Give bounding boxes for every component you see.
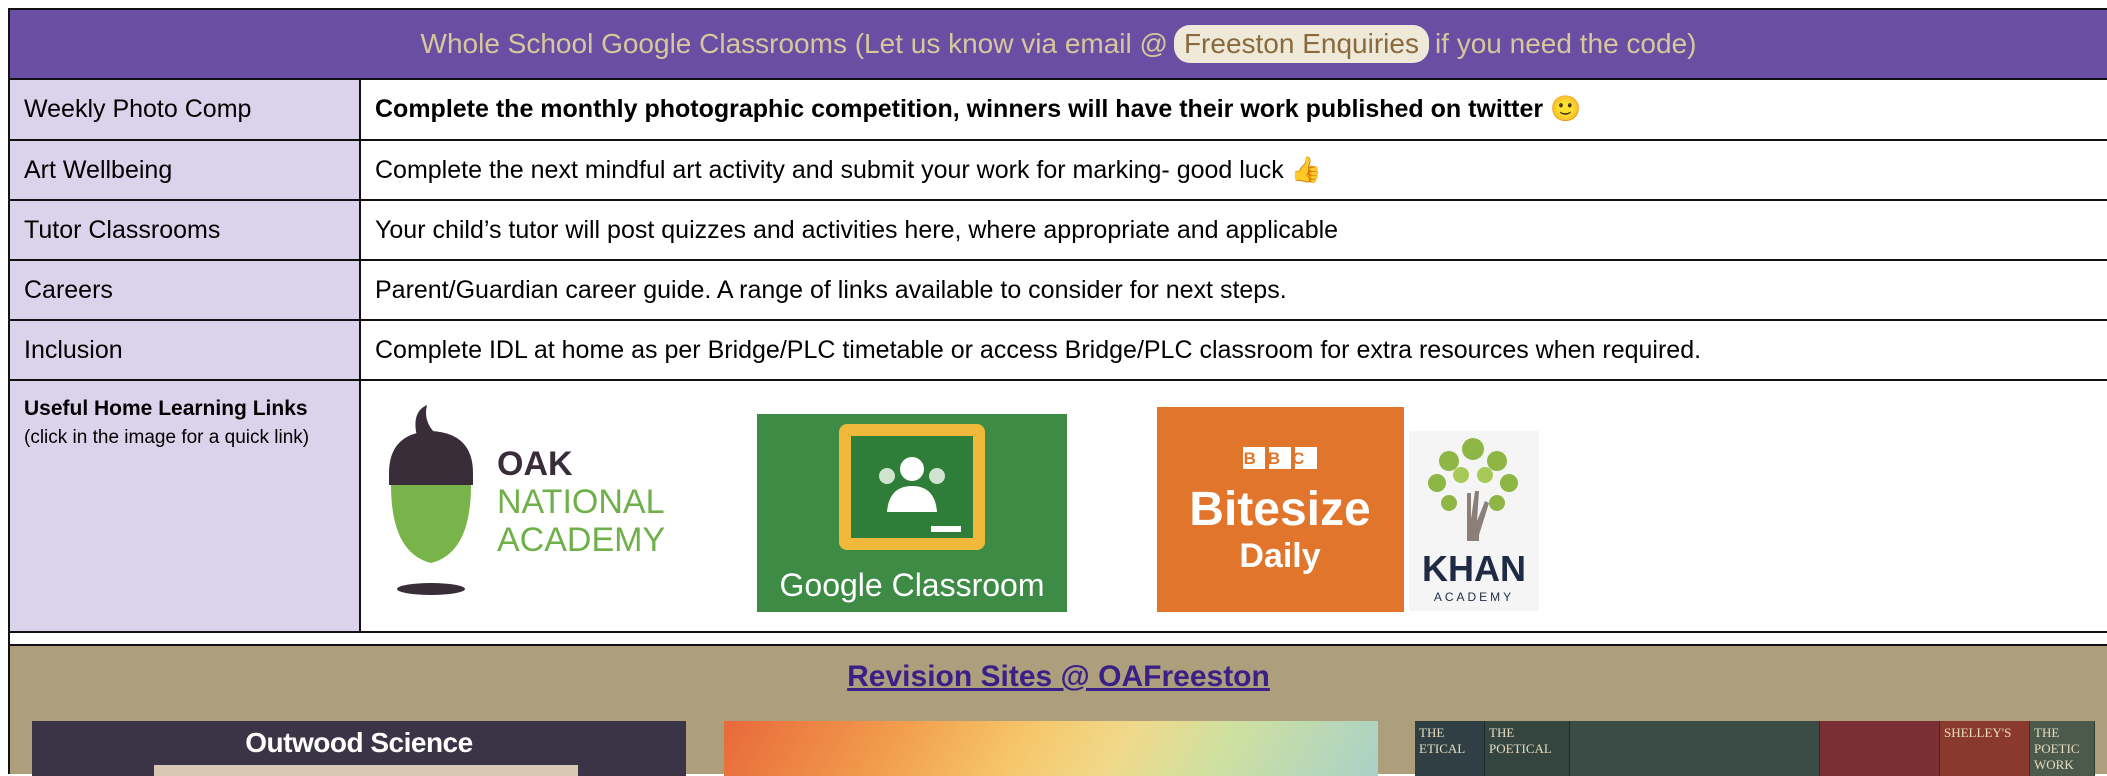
logo-strip: OAK NATIONAL ACADEMY Google Classroom BB… [361, 381, 2107, 631]
oak-national-academy-link[interactable]: OAK NATIONAL ACADEMY [379, 403, 729, 603]
google-classrooms-header: Whole School Google Classrooms (Let us k… [10, 10, 2107, 80]
table-row: Inclusion Complete IDL at home as per Br… [10, 320, 2107, 381]
learning-links-label: Useful Home Learning Links (click in the… [10, 380, 361, 633]
oak-line-2: NATIONAL [497, 483, 665, 521]
bbc-bitesize-icon: BBC Bitesize Daily [1189, 447, 1371, 575]
khan-tree-icon: KHAN ACADEMY [1422, 438, 1526, 604]
row-description[interactable]: Your child’s tutor will post quizzes and… [360, 200, 2107, 261]
google-classroom-text: Google Classroom [780, 567, 1045, 603]
outwood-science-caption: Outwood Science [245, 727, 473, 758]
header-text-after: if you need the code) [1434, 28, 1697, 59]
poetry-books-thumbnail[interactable]: THE ETICAL THE POETICAL SHELLEY'S THE PO… [1415, 721, 2095, 776]
row-label: Inclusion [10, 320, 361, 381]
row-description[interactable]: Parent/Guardian career guide. A range of… [360, 260, 2107, 321]
classrooms-table: Weekly Photo Comp Complete the monthly p… [10, 80, 2107, 633]
oak-line-1: OAK [497, 445, 573, 483]
book-spine [1820, 721, 1940, 776]
oak-line-3: ACADEMY [497, 521, 665, 559]
khan-academy-link[interactable]: KHAN ACADEMY [1409, 431, 1539, 611]
row-description[interactable]: Complete IDL at home as per Bridge/PLC t… [360, 320, 2107, 381]
bbc-bitesize-link[interactable]: BBC Bitesize Daily [1157, 407, 1404, 612]
bitesize-subtitle: Daily [1239, 537, 1320, 575]
table-row: Weekly Photo Comp Complete the monthly p… [10, 80, 2107, 141]
row-label: Careers [10, 260, 361, 321]
colorful-polygon-thumbnail[interactable] [724, 721, 1378, 776]
row-description[interactable]: Complete the monthly photographic compet… [360, 80, 2107, 141]
table-row: Careers Parent/Guardian career guide. A … [10, 260, 2107, 321]
row-label: Weekly Photo Comp [10, 80, 361, 141]
book-spine: THE POETICAL [1485, 721, 1570, 776]
bbc-brand: BBC [1244, 449, 1317, 468]
learning-links-row: Useful Home Learning Links (click in the… [10, 380, 2107, 633]
outwood-science-thumbnail[interactable]: Outwood Science [32, 721, 686, 776]
khan-line-2: ACADEMY [1434, 590, 1514, 604]
header-text-before: Whole School Google Classrooms (Let us k… [420, 28, 1168, 59]
google-classroom-link[interactable]: Google Classroom [757, 414, 1067, 612]
revision-sites-section: Revision Sites @ OAFreeston Outwood Scie… [10, 644, 2107, 776]
learning-links-subtitle: (click in the image for a quick link) [24, 427, 310, 448]
bitesize-title: Bitesize [1189, 483, 1370, 536]
revision-sites-link[interactable]: Revision Sites @ OAFreeston [10, 660, 2107, 694]
book-spine: SHELLEY'S [1940, 721, 2030, 776]
google-classroom-icon: Google Classroom [780, 424, 1045, 603]
table-row: Art Wellbeing Complete the next mindful … [10, 140, 2107, 201]
outwood-science-photo [154, 765, 578, 776]
row-label: Tutor Classrooms [10, 200, 361, 261]
learning-links-title: Useful Home Learning Links [24, 397, 308, 420]
khan-line-1: KHAN [1422, 548, 1526, 589]
row-description[interactable]: Complete the next mindful art activity a… [360, 140, 2107, 201]
table-row: Tutor Classrooms Your child’s tutor will… [10, 200, 2107, 261]
row-label: Art Wellbeing [10, 140, 361, 201]
oak-acorn-icon: OAK NATIONAL ACADEMY [389, 405, 665, 595]
learning-links-cell: OAK NATIONAL ACADEMY Google Classroom BB… [360, 380, 2107, 633]
freeston-enquiries-link[interactable]: Freeston Enquiries [1173, 25, 1429, 63]
book-spine: THE POETIC WORK [2030, 721, 2095, 776]
book-spine [1570, 721, 1820, 776]
book-spine: THE ETICAL [1415, 721, 1485, 776]
